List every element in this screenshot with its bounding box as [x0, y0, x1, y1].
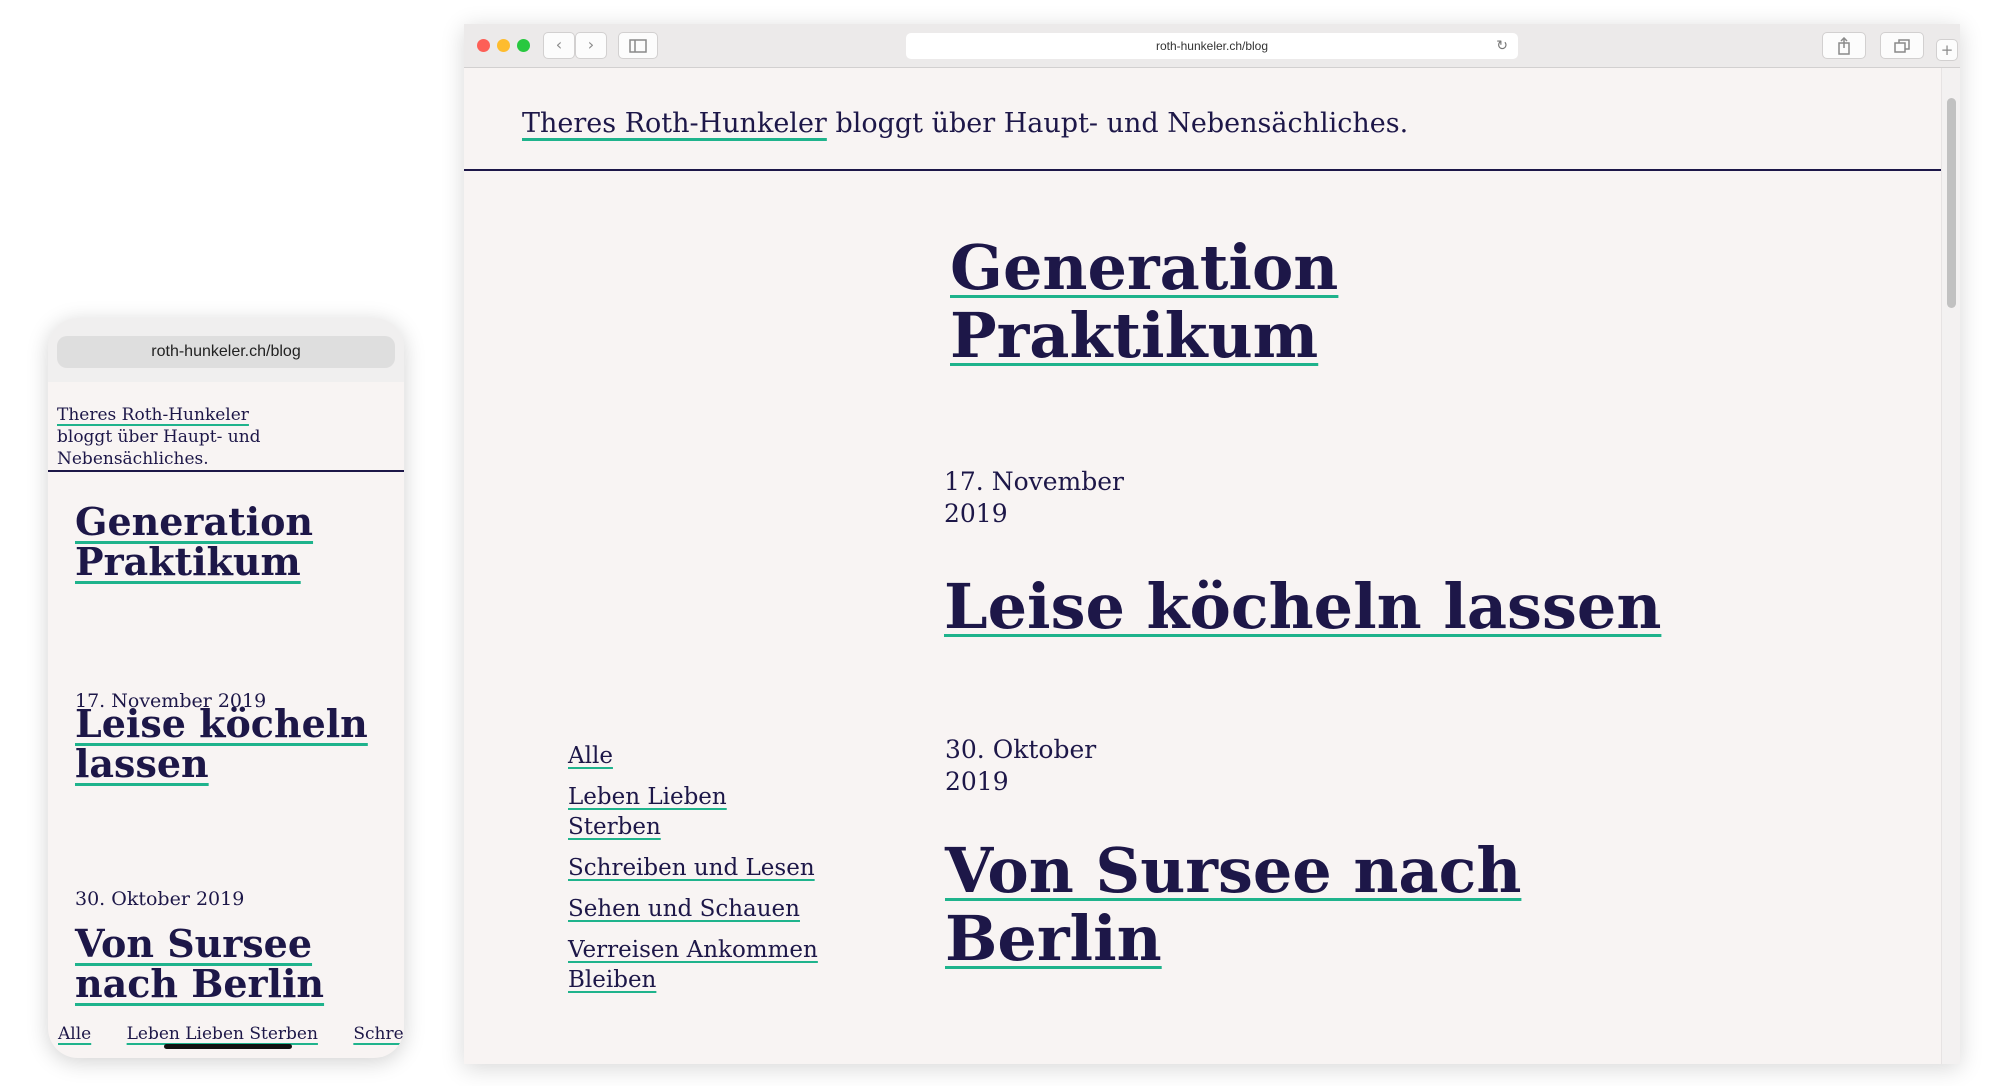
home-indicator[interactable]	[164, 1044, 292, 1049]
post-date: 30. Oktober 2019	[945, 735, 1097, 796]
tagline: bloggt über Haupt- und Nebensächliches.	[835, 108, 1409, 139]
category-link[interactable]: Sehen und Schauen	[568, 896, 800, 922]
scrollbar-thumb[interactable]	[1947, 98, 1956, 308]
mobile-author-link[interactable]: Theres Roth-Hunkeler	[57, 405, 249, 425]
category-link[interactable]: Leben Lieben Sterben	[568, 784, 727, 840]
post-title-text[interactable]: Generation Praktikum	[950, 231, 1338, 372]
mobile-post-title-text[interactable]: Leise köcheln lassen	[75, 701, 368, 786]
mobile-site-header: Theres Roth-Hunkeler bloggt über Haupt- …	[48, 382, 404, 472]
forward-button[interactable]: ›	[575, 32, 607, 59]
post-title[interactable]: Leise köcheln lassen	[944, 572, 1661, 642]
post-date: 17. November 2019	[944, 467, 1125, 528]
reload-icon[interactable]: ↻	[1496, 33, 1508, 59]
mobile-post-title-text[interactable]: Von Sursee nach Berlin	[75, 921, 324, 1006]
zoom-window-icon[interactable]	[517, 39, 530, 52]
category-link[interactable]: Verreisen Ankommen Bleiben	[568, 937, 818, 993]
plus-icon: +	[1940, 41, 1954, 59]
share-button[interactable]	[1822, 32, 1866, 59]
new-tab-button[interactable]: +	[1936, 39, 1958, 61]
mobile-post-date: 30. Oktober 2019	[75, 888, 245, 910]
mobile-address-bar: roth-hunkeler.ch/blog	[48, 318, 404, 382]
mobile-post-title[interactable]: Von Sursee nach Berlin	[75, 924, 395, 1004]
browser-toolbar: ‹ › roth-hunkeler.ch/blog ↻ +	[464, 24, 1960, 68]
address-bar[interactable]: roth-hunkeler.ch/blog ↻	[906, 33, 1518, 59]
site-tagline-line: Theres Roth-Hunkeler bloggt über Haupt- …	[522, 108, 1408, 139]
post-title[interactable]: Von Sursee nach Berlin	[945, 837, 1565, 973]
mobile-tagline: bloggt über Haupt- und Nebensächliches.	[57, 427, 261, 469]
chevron-right-icon: ›	[587, 35, 595, 54]
chevron-left-icon: ‹	[555, 35, 563, 54]
share-icon	[1838, 36, 1850, 55]
browser-window: ‹ › roth-hunkeler.ch/blog ↻ + Theres Rot…	[464, 24, 1960, 1064]
url-text: roth-hunkeler.ch/blog	[1155, 39, 1269, 53]
post-title-text[interactable]: Von Sursee nach Berlin	[945, 834, 1521, 975]
vertical-scrollbar[interactable]	[1941, 68, 1960, 1064]
tabs-button[interactable]	[1880, 32, 1924, 59]
tabs-icon	[1894, 39, 1910, 53]
author-link[interactable]: Theres Roth-Hunkeler	[522, 108, 827, 139]
post-title-text[interactable]: Leise köcheln lassen	[944, 570, 1661, 643]
mobile-category-link[interactable]: Alle	[58, 1024, 91, 1044]
mobile-category-nav: Alle Leben Lieben Sterben Schreib	[58, 1024, 404, 1044]
mobile-post-title[interactable]: Generation Praktikum	[75, 502, 395, 582]
sidebar-icon	[629, 39, 647, 53]
category-link[interactable]: Alle	[568, 743, 613, 769]
mobile-category-link[interactable]: Schreib	[353, 1024, 404, 1044]
mobile-post-title[interactable]: Leise köcheln lassen	[75, 704, 395, 784]
mobile-preview: roth-hunkeler.ch/blog Theres Roth-Hunkel…	[48, 318, 404, 1058]
close-window-icon[interactable]	[477, 39, 490, 52]
minimize-window-icon[interactable]	[497, 39, 510, 52]
site-header: Theres Roth-Hunkeler bloggt über Haupt- …	[464, 68, 1941, 171]
mobile-url-field[interactable]: roth-hunkeler.ch/blog	[57, 336, 395, 368]
back-button[interactable]: ‹	[543, 32, 575, 59]
sidebar-button[interactable]	[618, 32, 658, 59]
category-nav: Alle Leben Lieben Sterben Schreiben und …	[568, 741, 818, 1006]
category-link[interactable]: Schreiben und Lesen	[568, 855, 815, 881]
mobile-category-link[interactable]: Leben Lieben Sterben	[127, 1024, 318, 1044]
post-title[interactable]: Generation Praktikum	[950, 234, 1370, 370]
mobile-post-title-text[interactable]: Generation Praktikum	[75, 499, 313, 584]
